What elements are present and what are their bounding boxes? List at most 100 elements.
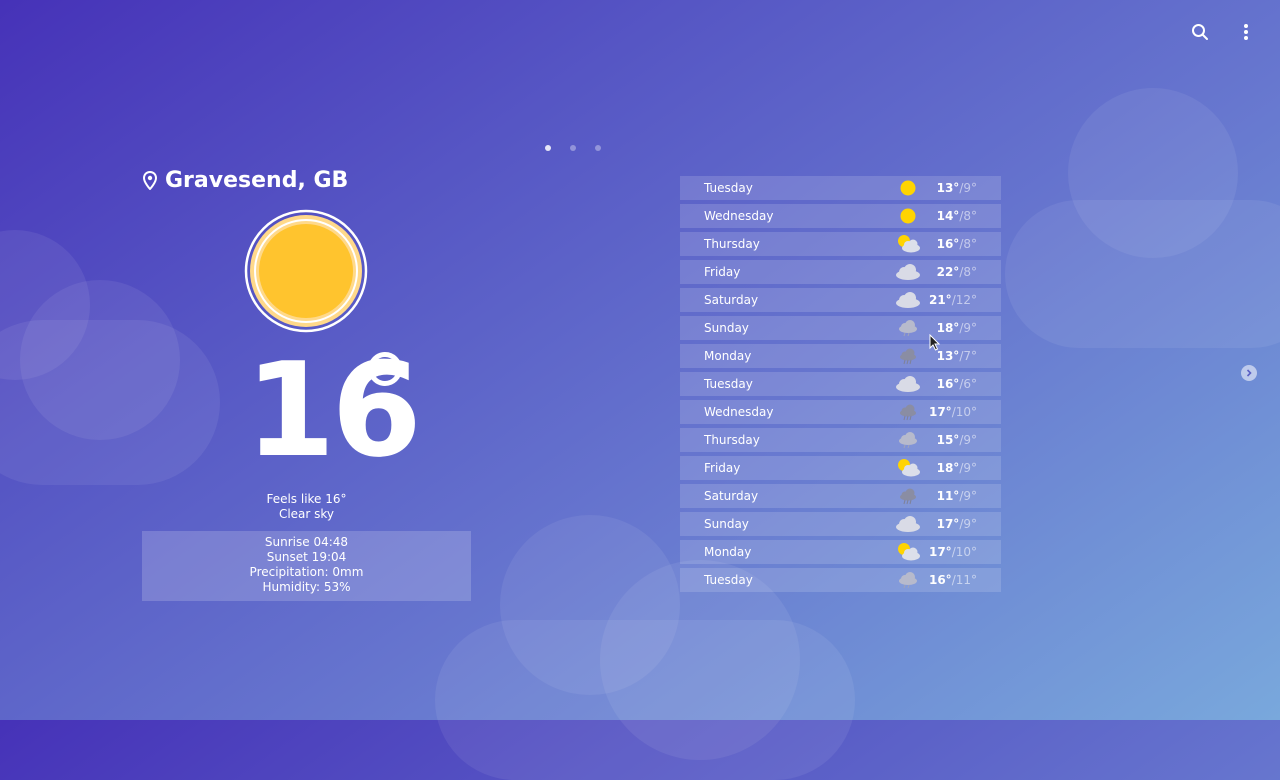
forecast-high: 13° [936,181,960,195]
sun-cloud-icon [894,234,922,254]
forecast-low: /8° [959,265,977,279]
location-name: Gravesend, GB [165,168,349,193]
top-actions [1186,18,1260,46]
forecast-low: /10° [951,545,977,559]
cloud-dark-rain-icon [894,402,922,422]
forecast-high: 15° [936,433,960,447]
forecast-low: /12° [951,293,977,307]
forecast-low: /9° [959,517,977,531]
forecast-row[interactable]: Tuesday 13°/9° [680,176,1001,200]
forecast-temps: 17°/9° [937,517,977,531]
cloud-icon [894,514,922,534]
forecast-temps: 16°/8° [937,237,977,251]
forecast-row[interactable]: Wednesday 17°/10° [680,400,1001,424]
forecast-day: Thursday [704,433,760,447]
forecast-low: /9° [959,489,977,503]
condition-text: Clear sky [278,507,335,521]
mouse-cursor [929,333,941,355]
forecast-high: 11° [936,489,960,503]
forecast-high: 13° [936,349,960,363]
forecast-temps: 16°/6° [937,377,977,391]
forecast-list: Tuesday 13°/9° Wednesday 14°/8° Thursday 16°/… [680,176,1001,596]
feels-like-text: Feels like 16° [266,492,347,506]
next-page-chevron-icon[interactable] [1241,365,1257,381]
more-options-icon[interactable] [1232,18,1260,46]
forecast-temps: 13°/9° [937,181,977,195]
cloud-icon [894,290,922,310]
forecast-low: /7° [959,349,977,363]
forecast-temps: 18°/9° [937,321,977,335]
forecast-day: Friday [704,265,741,279]
forecast-high: 17° [936,517,960,531]
forecast-row[interactable]: Monday 17°/10° [680,540,1001,564]
forecast-high: 17° [928,405,952,419]
cloud-icon [894,262,922,282]
forecast-low: /8° [959,237,977,251]
forecast-high: 14° [936,209,960,223]
cloud-dark-rain-icon [894,346,922,366]
forecast-temps: 11°/9° [937,489,977,503]
forecast-day: Tuesday [704,181,753,195]
forecast-temps: 15°/9° [937,433,977,447]
forecast-row[interactable]: Tuesday 16°/6° [680,372,1001,396]
forecast-low: /9° [959,433,977,447]
forecast-day: Saturday [704,293,759,307]
location-header: Gravesend, GB [143,168,348,193]
cloud-rain-icon [894,570,922,590]
location-pin-icon [143,171,157,190]
forecast-high: 16° [928,573,952,587]
forecast-temps: 13°/7° [937,349,977,363]
forecast-temps: 18°/9° [937,461,977,475]
forecast-day: Wednesday [704,405,774,419]
forecast-high: 16° [936,237,960,251]
page-indicator [545,145,601,151]
forecast-row[interactable]: Saturday 11°/9° [680,484,1001,508]
forecast-day: Monday [704,349,752,363]
forecast-day: Sunday [704,517,749,531]
forecast-row[interactable]: Saturday 21°/12° [680,288,1001,312]
cloud-dark-rain-icon [894,486,922,506]
current-weather-sun-icon [244,209,368,333]
forecast-row[interactable]: Thursday 15°/9° [680,428,1001,452]
forecast-high: 17° [928,545,952,559]
forecast-day: Sunday [704,321,749,335]
page-dot-2[interactable] [570,145,576,151]
degree-symbol [368,352,402,386]
sunrise-text: Sunrise 04:48 [264,535,349,549]
forecast-temps: 17°/10° [929,405,977,419]
forecast-high: 21° [928,293,952,307]
forecast-row[interactable]: Monday 13°/7° [680,344,1001,368]
forecast-high: 18° [936,461,960,475]
humidity-text: Humidity: 53% [262,580,351,594]
forecast-day: Tuesday [704,573,753,587]
sun-icon [894,206,922,226]
precipitation-text: Precipitation: 0mm [249,565,364,579]
forecast-high: 22° [936,265,960,279]
forecast-low: /9° [959,321,977,335]
forecast-high: 16° [936,377,960,391]
page-dot-1[interactable] [545,145,551,151]
cloud-rain-icon [894,318,922,338]
forecast-high: 18° [936,321,960,335]
sunset-text: Sunset 19:04 [266,550,347,564]
forecast-day: Wednesday [704,209,774,223]
forecast-row[interactable]: Sunday 18°/9° [680,316,1001,340]
forecast-row[interactable]: Thursday 16°/8° [680,232,1001,256]
forecast-row[interactable]: Wednesday 14°/8° [680,204,1001,228]
forecast-low: /9° [959,461,977,475]
forecast-day: Saturday [704,489,759,503]
forecast-row[interactable]: Friday 22°/8° [680,260,1001,284]
forecast-low: /6° [959,377,977,391]
search-icon[interactable] [1186,18,1214,46]
forecast-temps: 16°/11° [929,573,977,587]
current-summary: Feels like 16° Clear sky [142,492,471,522]
forecast-temps: 22°/8° [937,265,977,279]
page-dot-3[interactable] [595,145,601,151]
forecast-low: /10° [951,405,977,419]
forecast-row[interactable]: Tuesday 16°/11° [680,568,1001,592]
forecast-day: Friday [704,461,741,475]
forecast-temps: 21°/12° [929,293,977,307]
forecast-row[interactable]: Friday 18°/9° [680,456,1001,480]
forecast-row[interactable]: Sunday 17°/9° [680,512,1001,536]
forecast-low: /9° [959,181,977,195]
